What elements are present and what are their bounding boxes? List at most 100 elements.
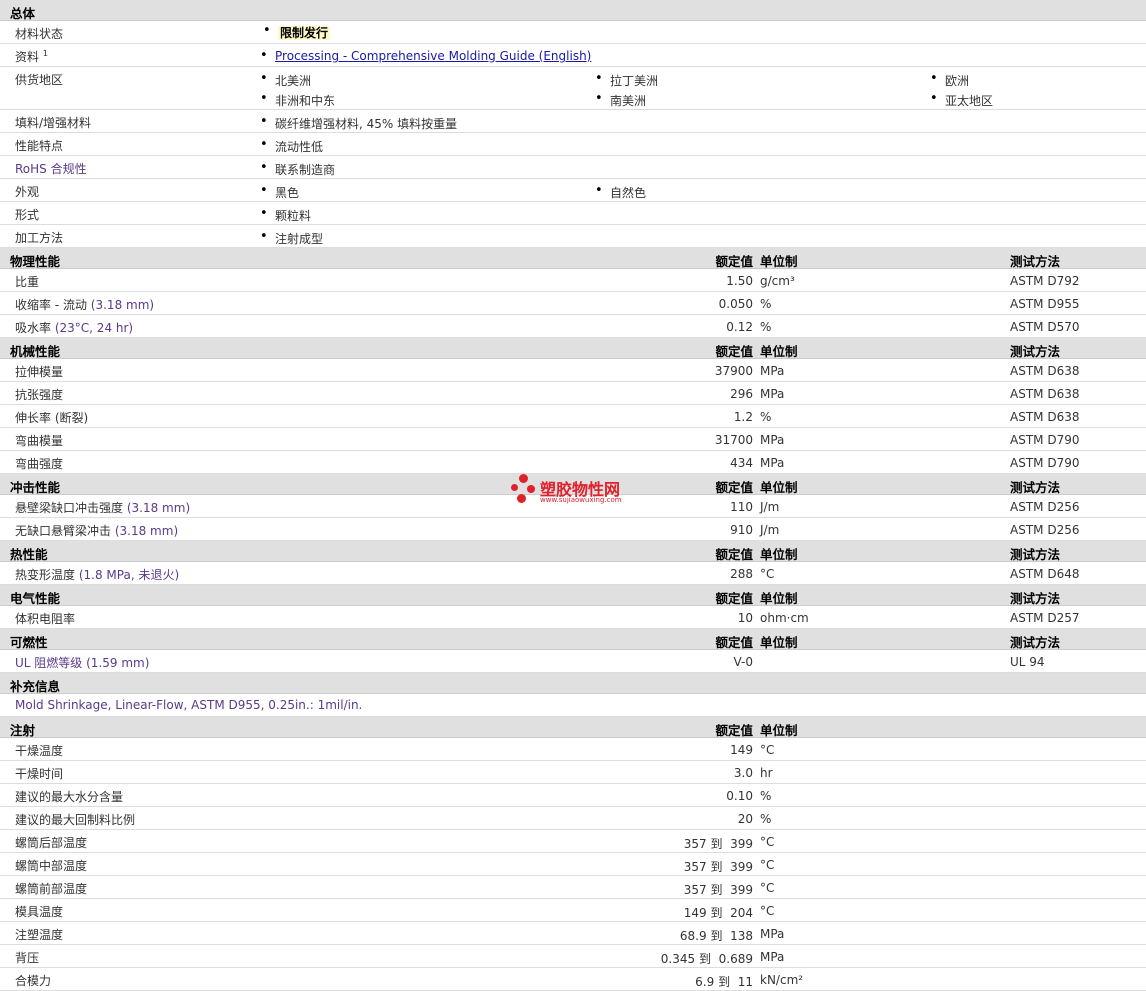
row-label: 螺筒前部温度 xyxy=(15,882,88,896)
row-value: 31700 xyxy=(714,433,753,447)
row-unit: % xyxy=(760,789,772,803)
row-label: 体积电阻率 xyxy=(15,612,76,626)
processing-guide-link[interactable]: Processing - Comprehensive Molding Guide… xyxy=(275,49,591,63)
region-item: 非洲和中东 xyxy=(260,91,335,109)
row-label: 材料状态 xyxy=(15,27,64,41)
value-column-header: 额定值 xyxy=(715,254,753,269)
row-value-range: 149 到 204 xyxy=(683,906,753,920)
section-injection-header: 注射 额定值 单位制 xyxy=(0,717,1146,738)
row-label: 拉伸模量 xyxy=(15,365,64,379)
row-value-range: 357 到 399 xyxy=(683,837,753,851)
unit-column-header: 单位制 xyxy=(760,635,798,650)
value-column-header: 额定值 xyxy=(715,591,753,606)
table-row: 干燥温度 149 °C xyxy=(0,738,1146,761)
supplement-text: Mold Shrinkage, Linear-Flow, ASTM D955, … xyxy=(15,698,363,712)
row-unit: MPa xyxy=(760,927,785,941)
row-documents: 资料 1 Processing - Comprehensive Molding … xyxy=(0,44,1146,67)
row-unit: MPa xyxy=(760,433,785,447)
section-electrical-header: 电气性能 额定值 单位制 测试方法 xyxy=(0,585,1146,606)
row-unit: hr xyxy=(760,766,773,780)
row-value: 434 xyxy=(730,456,753,470)
row-method: ASTM D257 xyxy=(1010,611,1080,625)
row-label: 建议的最大水分含量 xyxy=(15,790,124,804)
region-item: 欧洲 xyxy=(930,71,969,89)
method-column-header: 测试方法 xyxy=(1010,591,1061,606)
row-label: 抗张强度 xyxy=(15,388,64,402)
feature-item: 流动性低 xyxy=(260,137,323,155)
row-label: 背压 xyxy=(15,951,40,965)
method-column-header: 测试方法 xyxy=(1010,547,1061,562)
row-label: 干燥时间 xyxy=(15,767,64,781)
row-label: 外观 xyxy=(15,185,40,199)
method-column-header: 测试方法 xyxy=(1010,635,1061,650)
row-label: 伸长率 (断裂) xyxy=(15,411,89,425)
row-regions: 供货地区 北美洲 拉丁美洲 欧洲 非洲和中东 南美洲 亚太地区 xyxy=(0,67,1146,110)
row-material-status: 材料状态 限制发行 xyxy=(0,21,1146,44)
appearance-item: 自然色 xyxy=(595,183,646,201)
row-unit: % xyxy=(760,320,772,334)
supplement-row: Mold Shrinkage, Linear-Flow, ASTM D955, … xyxy=(0,694,1146,717)
row-label: 注塑温度 xyxy=(15,928,64,942)
section-supplement-header: 补充信息 xyxy=(0,673,1146,694)
section-title: 电气性能 xyxy=(10,591,61,606)
row-label: 悬壁梁缺口冲击强度 (3.18 mm) xyxy=(15,501,191,515)
section-title: 总体 xyxy=(10,6,36,21)
processing-item: 注射成型 xyxy=(260,229,323,247)
row-unit: MPa xyxy=(760,364,785,378)
table-row: 建议的最大水分含量 0.10 % xyxy=(0,784,1146,807)
row-features: 性能特点 流动性低 xyxy=(0,133,1146,156)
row-label: 资料 1 xyxy=(15,49,48,64)
row-form: 形式 颗粒料 xyxy=(0,202,1146,225)
row-label: 弯曲强度 xyxy=(15,457,64,471)
filler-item: 碳纤维增强材料, 45% 填料按重量 xyxy=(260,114,457,132)
table-row: 建议的最大回制料比例 20 % xyxy=(0,807,1146,830)
row-label: 模具温度 xyxy=(15,905,64,919)
row-method: ASTM D648 xyxy=(1010,567,1080,581)
row-unit: °C xyxy=(760,858,775,872)
table-row: 干燥时间 3.0 hr xyxy=(0,761,1146,784)
row-label: 热变形温度 (1.8 MPa, 未退火) xyxy=(15,568,180,582)
section-mechanical-header: 机械性能 额定值 单位制 测试方法 xyxy=(0,338,1146,359)
row-unit: kN/cm² xyxy=(760,973,804,987)
row-value-range: 68.9 到 138 xyxy=(679,929,753,943)
value-column-header: 额定值 xyxy=(715,344,753,359)
table-row: 比重 1.50 g/cm³ ASTM D792 xyxy=(0,269,1146,292)
section-title: 机械性能 xyxy=(10,344,61,359)
row-label: 螺筒中部温度 xyxy=(15,859,88,873)
row-label: RoHS 合规性 xyxy=(15,162,87,176)
row-label: 弯曲模量 xyxy=(15,434,64,448)
row-label: 供货地区 xyxy=(15,73,64,87)
unit-column-header: 单位制 xyxy=(760,723,798,738)
row-unit: °C xyxy=(760,743,775,757)
table-row: 模具温度 149 到 204 °C xyxy=(0,899,1146,922)
table-row: 螺筒后部温度 357 到 399 °C xyxy=(0,830,1146,853)
row-value: V-0 xyxy=(733,655,753,669)
section-physical-header: 物理性能 额定值 单位制 测试方法 xyxy=(0,248,1146,269)
row-value: 288 xyxy=(730,567,753,581)
section-general-header: 总体 xyxy=(0,0,1146,21)
region-item: 拉丁美洲 xyxy=(595,71,658,89)
row-label: 性能特点 xyxy=(15,139,64,153)
row-method: ASTM D790 xyxy=(1010,456,1080,470)
row-value: 0.050 xyxy=(718,297,753,311)
row-label: 填料/增强材料 xyxy=(15,116,92,130)
table-row: 抗张强度 296 MPa ASTM D638 xyxy=(0,382,1146,405)
section-flammability-header: 可燃性 额定值 单位制 测试方法 xyxy=(0,629,1146,650)
unit-column-header: 单位制 xyxy=(760,254,798,269)
table-row: 螺筒中部温度 357 到 399 °C xyxy=(0,853,1146,876)
region-item: 北美洲 xyxy=(260,71,311,89)
row-method: ASTM D955 xyxy=(1010,297,1080,311)
row-unit: °C xyxy=(760,835,775,849)
row-unit: ohm·cm xyxy=(760,611,809,625)
row-method: UL 94 xyxy=(1010,655,1045,669)
row-unit: % xyxy=(760,297,772,311)
row-value: 37900 xyxy=(714,364,753,378)
section-title: 可燃性 xyxy=(10,635,48,650)
section-thermal-header: 热性能 额定值 单位制 测试方法 xyxy=(0,541,1146,562)
row-value-range: 6.9 到 11 xyxy=(695,975,753,989)
row-unit: °C xyxy=(760,567,775,581)
section-title: 热性能 xyxy=(10,547,48,562)
table-row: 背压 0.345 到 0.689 MPa xyxy=(0,945,1146,968)
table-row: 体积电阻率 10 ohm·cm ASTM D257 xyxy=(0,606,1146,629)
row-label: 无缺口悬臂梁冲击 (3.18 mm) xyxy=(15,524,179,538)
